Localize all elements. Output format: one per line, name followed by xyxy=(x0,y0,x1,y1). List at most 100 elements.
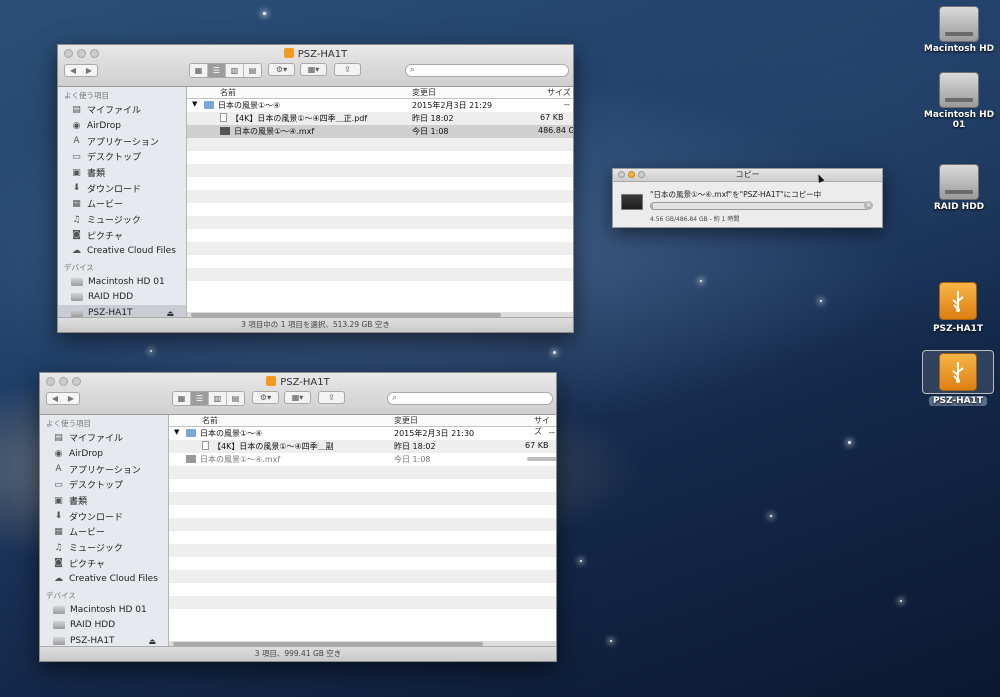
cancel-copy-button[interactable]: × xyxy=(864,201,873,210)
empty-row xyxy=(169,583,556,596)
share-button[interactable]: ⇪ xyxy=(318,391,345,404)
dialog-title: コピー xyxy=(735,170,760,179)
sidebar-item-documents[interactable]: ▣ 書類 xyxy=(40,493,168,509)
search-input[interactable]: ⌕ xyxy=(387,392,553,405)
airdrop-icon: ◉ xyxy=(54,448,63,459)
music-icon: ♫ xyxy=(54,542,63,553)
empty-row xyxy=(169,609,556,622)
pdf-file-icon xyxy=(202,441,209,450)
list-view-icon[interactable]: ☰ xyxy=(191,392,209,405)
sidebar-item-myfiles[interactable]: ▤ マイファイル xyxy=(58,102,186,118)
table-row[interactable]: ▼ 日本の風景①〜④ 2015年2月3日 21:30 -- xyxy=(169,427,556,440)
desktop-icon-raid-hdd[interactable]: RAID HDD xyxy=(923,164,995,212)
desktop-icon-macintosh-hd[interactable]: Macintosh HD xyxy=(923,6,995,54)
action-button[interactable]: ⚙▾ xyxy=(268,63,295,76)
empty-row xyxy=(169,466,556,479)
column-date[interactable]: 変更日 xyxy=(394,415,418,426)
column-date[interactable]: 変更日 xyxy=(412,87,436,98)
table-row-selected[interactable]: 日本の風景①〜④.mxf 今日 1:08 486.84 GB xyxy=(187,125,573,138)
copy-status: 4.56 GB/486.84 GB - 約 1 時間 xyxy=(650,216,740,223)
desktop-icon-psz-ha1t-selected[interactable]: PSZ-HA1T xyxy=(922,350,994,406)
sidebar-item-pictures[interactable]: ◙ ピクチャ xyxy=(40,556,168,572)
list-view-icon[interactable]: ☰ xyxy=(208,64,226,77)
toolbar: PSZ-HA1T ◀ ▶ ▦ ☰ ▥ ▤ ⚙▾ ▦▾ ⇪ ⌕ xyxy=(40,373,556,415)
desktop-icon-psz-ha1t[interactable]: PSZ-HA1T xyxy=(922,282,994,334)
desktop-icon-macintosh-hd-01[interactable]: Macintosh HD 01 xyxy=(923,72,995,130)
share-icon: ⇪ xyxy=(328,393,335,402)
search-icon: ⌕ xyxy=(410,65,416,75)
eject-icon[interactable]: ⏏ xyxy=(148,637,156,646)
search-input[interactable]: ⌕ xyxy=(405,64,569,77)
table-row[interactable]: 【4K】日本の風景①〜④四季＿正.pdf 昨日 18:02 67 KB xyxy=(187,112,573,125)
column-name[interactable]: 名前 xyxy=(202,415,218,426)
sidebar-item-airdrop[interactable]: ◉ AirDrop xyxy=(40,446,168,462)
star xyxy=(820,300,822,302)
column-size[interactable]: サイズ xyxy=(547,87,571,98)
sidebar-item-downloads[interactable]: ⬇ ダウンロード xyxy=(58,180,186,196)
disk-icon xyxy=(53,637,65,646)
star xyxy=(900,600,902,602)
empty-row xyxy=(187,281,573,294)
column-view-icon[interactable]: ▥ xyxy=(209,392,227,405)
coverflow-view-icon[interactable]: ▤ xyxy=(227,392,244,405)
finder-window-bottom: PSZ-HA1T ◀ ▶ ▦ ☰ ▥ ▤ ⚙▾ ▦▾ ⇪ ⌕ よく使う項目 ▤ マイ… xyxy=(39,372,557,662)
sidebar-item-downloads[interactable]: ⬇ ダウンロード xyxy=(40,508,168,524)
column-name[interactable]: 名前 xyxy=(220,87,236,98)
music-icon: ♫ xyxy=(72,214,81,225)
back-icon: ◀ xyxy=(51,394,59,403)
desktop-icon-label: Macintosh HD xyxy=(923,44,995,54)
disclosure-triangle-icon: ▼ xyxy=(174,428,180,436)
sidebar-item-creative-cloud[interactable]: ☁ Creative Cloud Files xyxy=(58,243,186,259)
sidebar-item-movies[interactable]: ▦ ムービー xyxy=(40,524,168,540)
sidebar-item-desktop[interactable]: ▭ デスクトップ xyxy=(58,149,186,165)
icon-view-icon[interactable]: ▦ xyxy=(173,392,191,405)
minimize-button[interactable] xyxy=(628,171,635,178)
icon-view-icon[interactable]: ▦ xyxy=(190,64,208,77)
sidebar-item-raid-hdd[interactable]: RAID HDD xyxy=(40,618,168,634)
action-button[interactable]: ⚙▾ xyxy=(252,391,279,404)
view-mode-switch[interactable]: ▦ ☰ ▥ ▤ xyxy=(189,63,262,78)
view-mode-switch[interactable]: ▦ ☰ ▥ ▤ xyxy=(172,391,245,406)
sidebar-item-applications[interactable]: A アプリケーション xyxy=(58,133,186,149)
share-button[interactable]: ⇪ xyxy=(334,63,361,76)
empty-row xyxy=(187,164,573,177)
column-view-icon[interactable]: ▥ xyxy=(226,64,244,77)
sidebar-item-music[interactable]: ♫ ミュージック xyxy=(58,212,186,228)
sidebar-item-airdrop[interactable]: ◉ AirDrop xyxy=(58,118,186,134)
sidebar-item-macintosh-hd-01[interactable]: Macintosh HD 01 xyxy=(58,274,186,290)
coverflow-view-icon[interactable]: ▤ xyxy=(244,64,261,77)
sidebar-item-documents[interactable]: ▣ 書類 xyxy=(58,165,186,181)
copy-progress-dialog: コピー "日本の風景①〜④.mxf"を"PSZ-HA1T"にコピー中 × 4.5… xyxy=(612,168,883,228)
empty-row xyxy=(187,190,573,203)
rows: ▼ 日本の風景①〜④ 2015年2月3日 21:29 -- 【4K】日本の風景①… xyxy=(187,99,573,294)
arrange-button[interactable]: ▦▾ xyxy=(284,391,311,404)
table-row[interactable]: ▼ 日本の風景①〜④ 2015年2月3日 21:29 -- xyxy=(187,99,573,112)
table-row-copying[interactable]: 日本の風景①〜④.mxf 今日 1:08 xyxy=(169,453,556,466)
back-forward-buttons[interactable]: ◀ ▶ xyxy=(64,64,98,77)
sidebar: よく使う項目 ▤ マイファイル ◉ AirDrop A アプリケーション ▭ デスクトッ… xyxy=(40,415,169,647)
sidebar-item-raid-hdd[interactable]: RAID HDD xyxy=(58,290,186,306)
movies-icon: ▦ xyxy=(54,526,63,537)
all-my-files-icon: ▤ xyxy=(54,432,63,443)
close-button[interactable] xyxy=(618,171,625,178)
drive-icon xyxy=(266,376,277,386)
table-row[interactable]: 【4K】日本の風景①〜④四季＿副 昨日 18:02 67 KB xyxy=(169,440,556,453)
empty-row xyxy=(169,492,556,505)
sidebar-item-music[interactable]: ♫ ミュージック xyxy=(40,540,168,556)
sidebar-item-desktop[interactable]: ▭ デスクトップ xyxy=(40,477,168,493)
zoom-button[interactable] xyxy=(638,171,645,178)
progress-fill xyxy=(651,203,654,209)
back-forward-buttons[interactable]: ◀ ▶ xyxy=(46,392,80,405)
arrange-button[interactable]: ▦▾ xyxy=(300,63,327,76)
sidebar-item-movies[interactable]: ▦ ムービー xyxy=(58,196,186,212)
sidebar-item-applications[interactable]: A アプリケーション xyxy=(40,461,168,477)
empty-row xyxy=(169,596,556,609)
empty-row xyxy=(169,505,556,518)
sidebar-item-macintosh-hd-01[interactable]: Macintosh HD 01 xyxy=(40,602,168,618)
sidebar-item-myfiles[interactable]: ▤ マイファイル xyxy=(40,430,168,446)
sidebar-item-creative-cloud[interactable]: ☁ Creative Cloud Files xyxy=(40,571,168,587)
sidebar: よく使う項目 ▤ マイファイル ◉ AirDrop A アプリケーション ▭ デスクトッ… xyxy=(58,87,187,321)
sidebar-item-pictures[interactable]: ◙ ピクチャ xyxy=(58,228,186,244)
star xyxy=(700,280,702,282)
disclosure-triangle-icon: ▼ xyxy=(192,100,198,108)
